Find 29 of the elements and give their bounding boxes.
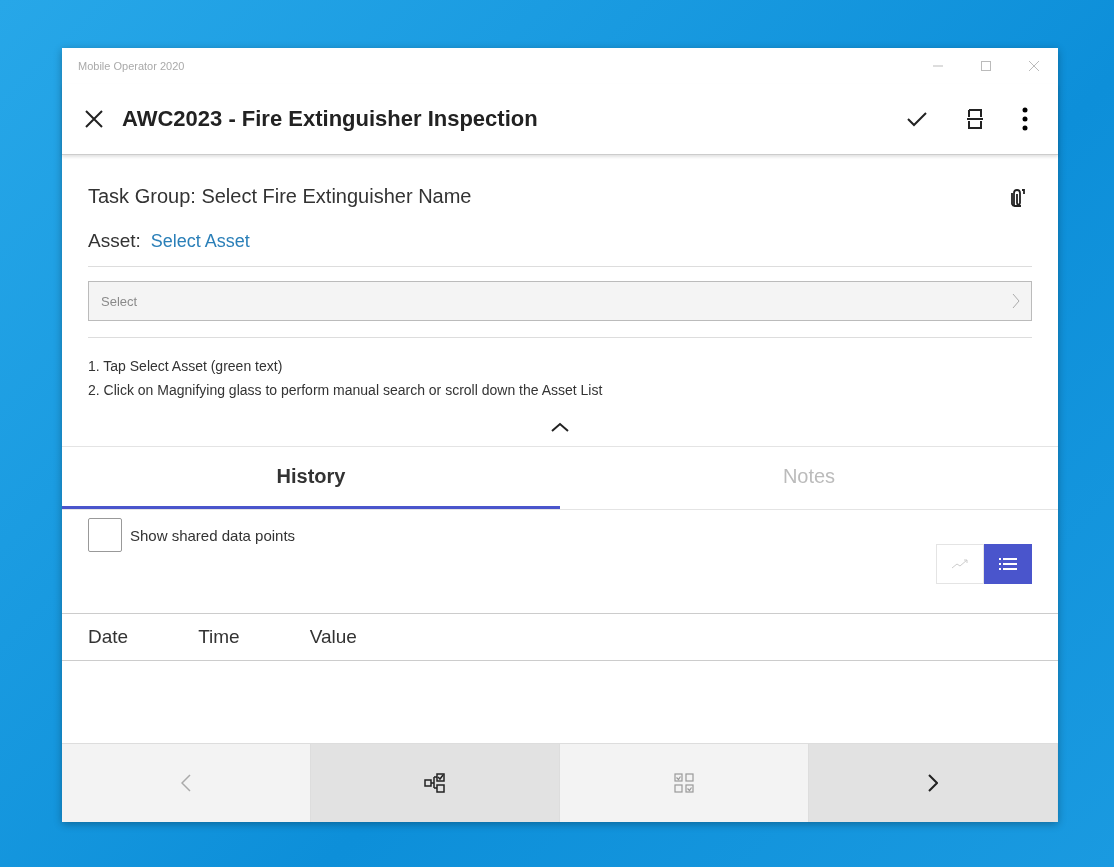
column-header: Time	[198, 626, 240, 648]
list-view-button[interactable]	[984, 544, 1032, 584]
select-asset-link[interactable]: Select Asset	[150, 231, 250, 252]
instruction-text: 1. Tap Select Asset (green text)	[88, 358, 284, 374]
asset-select-field[interactable]: Select	[88, 281, 1032, 321]
form-title: AWC2023 - Fire Extinguisher Inspection	[122, 106, 539, 132]
column-header: Value	[309, 626, 357, 648]
chevron-right-icon	[1012, 293, 1020, 309]
maximize-icon[interactable]	[980, 60, 992, 72]
attachment-icon[interactable]	[1010, 186, 1026, 207]
check-icon[interactable]	[906, 110, 928, 128]
checkbox[interactable]	[88, 518, 122, 552]
more-icon[interactable]	[1022, 107, 1028, 131]
column-header: Date	[88, 626, 129, 648]
collapse-icon[interactable]	[551, 422, 569, 432]
chevron-right-icon	[928, 774, 938, 792]
chevron-left-icon	[181, 774, 191, 792]
hierarchy-icon	[424, 772, 446, 794]
checklist-grid-icon	[673, 772, 695, 794]
instruction-text: 2. Click on Magnifying glass to perform manual search or scroll down the Asset List	[88, 382, 604, 398]
window-title: Mobile Operator 2020	[78, 60, 185, 72]
list-icon	[999, 557, 1017, 571]
close-icon[interactable]	[84, 109, 104, 129]
tab[interactable]: History	[62, 447, 560, 509]
trend-icon	[951, 559, 969, 569]
checkbox-label: Show shared data points	[130, 526, 296, 544]
asset-label: Asset:	[88, 230, 141, 252]
task-group-title: Task Group: Select Fire Extinguisher Name	[88, 185, 472, 208]
split-icon[interactable]	[966, 108, 984, 130]
